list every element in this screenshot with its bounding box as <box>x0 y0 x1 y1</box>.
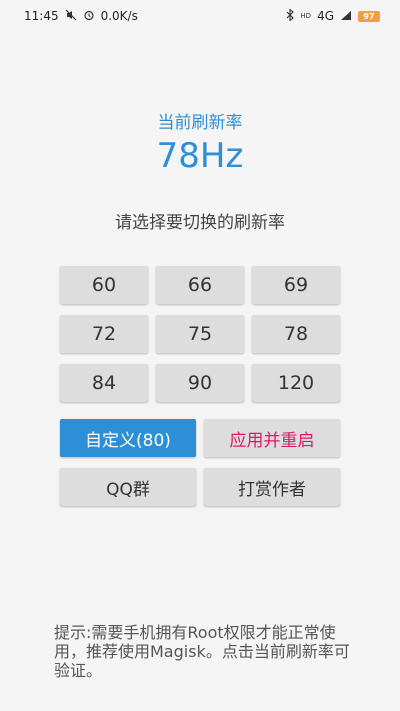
rate-button-72[interactable]: 72 <box>60 315 148 353</box>
select-rate-prompt: 请选择要切换的刷新率 <box>115 213 285 233</box>
action-row-primary: 自定义(80) 应用并重启 <box>60 419 340 457</box>
bluetooth-icon <box>286 8 295 23</box>
network-speed: 0.0K/s <box>100 9 138 23</box>
rate-button-75[interactable]: 75 <box>156 315 244 353</box>
status-time: 11:45 <box>24 9 59 23</box>
status-bar-left: 11:45 0.0K/s <box>24 9 138 23</box>
hd-badge: HD <box>300 11 312 20</box>
action-row-secondary: QQ群 打赏作者 <box>60 468 340 506</box>
custom-rate-button[interactable]: 自定义(80) <box>60 419 196 457</box>
rate-button-60[interactable]: 60 <box>60 266 148 304</box>
mute-icon <box>65 9 77 23</box>
rate-button-69[interactable]: 69 <box>252 266 340 304</box>
donate-author-button[interactable]: 打赏作者 <box>204 468 340 506</box>
rate-button-78[interactable]: 78 <box>252 315 340 353</box>
status-bar: 11:45 0.0K/s HD 4G 97 <box>0 0 400 32</box>
rate-grid: 60 66 69 72 75 78 84 90 120 <box>60 266 340 402</box>
rate-button-84[interactable]: 84 <box>60 364 148 402</box>
rate-button-90[interactable]: 90 <box>156 364 244 402</box>
qq-group-button[interactable]: QQ群 <box>60 468 196 506</box>
signal-icon <box>340 10 352 23</box>
alarm-icon <box>83 9 95 23</box>
current-rate-title: 当前刷新率 <box>157 113 243 133</box>
status-bar-right: HD 4G 97 <box>286 8 380 23</box>
hint-text: 提示:需要手机拥有Root权限才能正常使用，推荐使用Magisk。点击当前刷新率… <box>54 623 350 680</box>
rate-button-66[interactable]: 66 <box>156 266 244 304</box>
apply-restart-button[interactable]: 应用并重启 <box>204 419 340 457</box>
battery-icon: 97 <box>358 10 380 22</box>
network-type: 4G <box>317 9 334 23</box>
battery-level: 97 <box>363 11 375 21</box>
rate-button-120[interactable]: 120 <box>252 364 340 402</box>
current-rate-value[interactable]: 78Hz <box>0 136 400 176</box>
